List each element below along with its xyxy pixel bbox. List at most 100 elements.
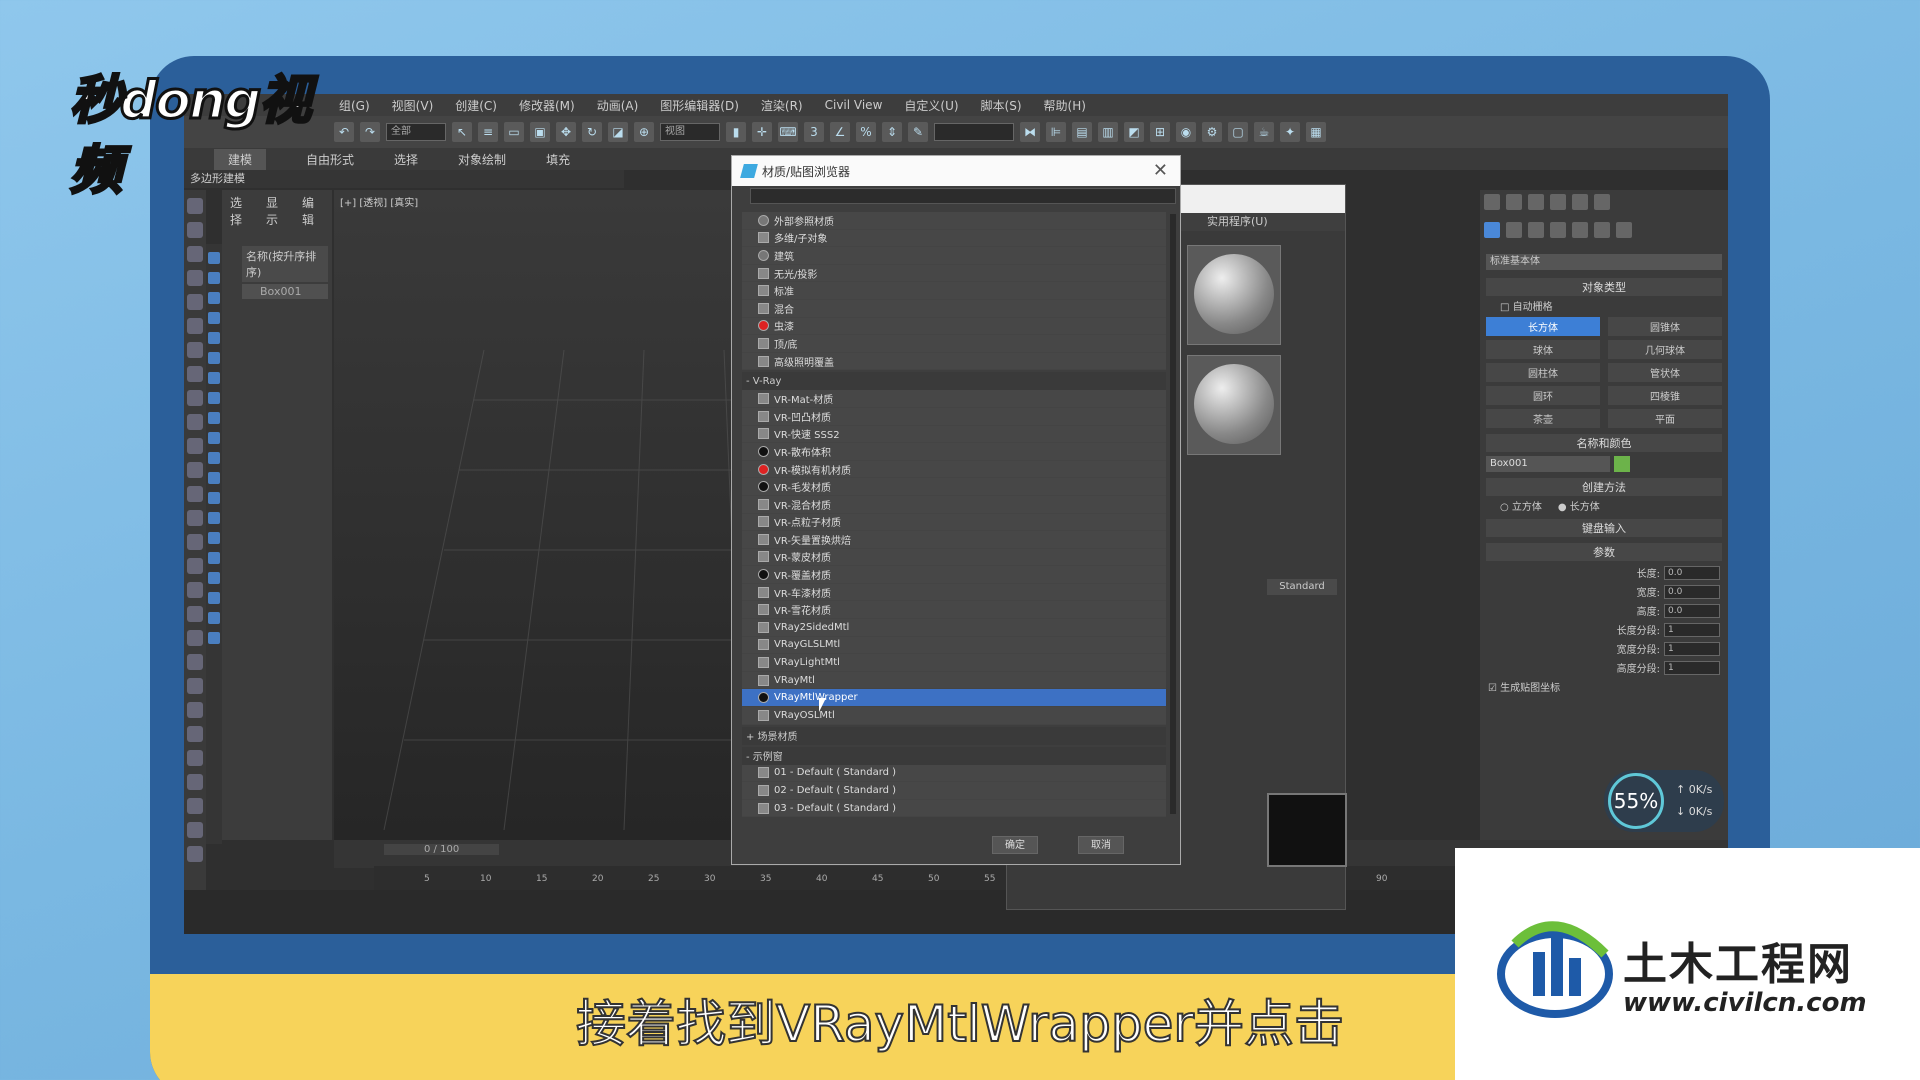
material-list-item[interactable]: 02 - Default ( Standard ) xyxy=(742,782,1166,800)
explorer-tool-icon[interactable] xyxy=(208,272,220,284)
browser-search-input[interactable] xyxy=(750,188,1176,204)
modify-tab-icon[interactable] xyxy=(1506,194,1522,210)
material-list-item[interactable]: VR-散布体积 xyxy=(742,443,1166,461)
tool-icon[interactable] xyxy=(187,246,203,262)
scale-icon[interactable]: ◪ xyxy=(608,122,628,142)
reference-coord-dropdown[interactable]: 视图 xyxy=(660,123,720,141)
material-list-item[interactable]: VR-点粒子材质 xyxy=(742,513,1166,532)
primitive-button-8[interactable]: 茶壶 xyxy=(1486,409,1600,428)
tool-icon[interactable] xyxy=(187,366,203,382)
explorer-tool-icon[interactable] xyxy=(208,512,220,524)
group-sample-slots[interactable]: - 示例窗 xyxy=(742,746,1166,765)
select-manipulate-icon[interactable]: ✛ xyxy=(752,122,772,142)
material-list-item[interactable]: 顶/底 xyxy=(742,335,1166,353)
material-list-item[interactable]: 混合 xyxy=(742,299,1166,318)
material-list-item[interactable]: VRayMtlWrapper xyxy=(742,689,1166,708)
primitive-button-1[interactable]: 圆锥体 xyxy=(1608,317,1722,336)
object-color-swatch[interactable] xyxy=(1614,456,1630,472)
material-list-item[interactable]: VRayOSLMtl xyxy=(742,707,1166,725)
explorer-tool-icon[interactable] xyxy=(208,532,220,544)
menu-item-10[interactable]: 帮助(H) xyxy=(1044,97,1086,114)
tool-icon[interactable] xyxy=(187,222,203,238)
ribbon-toggle-icon[interactable]: ▥ xyxy=(1098,122,1118,142)
align-icon[interactable]: ⊫ xyxy=(1046,122,1066,142)
tool-icon[interactable] xyxy=(187,534,203,550)
material-list-item[interactable]: 虫漆 xyxy=(742,317,1166,336)
param-input[interactable]: 0.0 xyxy=(1664,565,1720,580)
explorer-tool-icon[interactable] xyxy=(208,452,220,464)
object-name-input[interactable]: Box001 xyxy=(1486,456,1610,472)
primitive-button-0[interactable]: 长方体 xyxy=(1486,317,1600,336)
method-box-radio[interactable]: ● 长方体 xyxy=(1558,502,1600,513)
select-object-icon[interactable]: ↖ xyxy=(452,122,472,142)
hierarchy-tab-icon[interactable] xyxy=(1528,194,1544,210)
explorer-tool-icon[interactable] xyxy=(208,572,220,584)
primitive-button-5[interactable]: 管状体 xyxy=(1608,363,1722,382)
geometry-icon[interactable] xyxy=(1484,222,1500,238)
explorer-tool-icon[interactable] xyxy=(208,592,220,604)
material-list-item[interactable]: 建筑 xyxy=(742,247,1166,265)
cancel-button[interactable]: 取消 xyxy=(1078,836,1124,854)
rotate-icon[interactable]: ↻ xyxy=(582,122,602,142)
ribbon-tab-2[interactable]: 选择 xyxy=(394,151,418,168)
ok-button[interactable]: 确定 xyxy=(992,836,1038,854)
create-method-section[interactable]: 创建方法 xyxy=(1486,478,1722,496)
tool-icon[interactable] xyxy=(187,630,203,646)
vray-frame-icon[interactable]: ▦ xyxy=(1306,122,1326,142)
time-slider-label[interactable]: 0 / 100 xyxy=(384,844,500,855)
named-selection-dropdown[interactable] xyxy=(934,123,1014,141)
material-list-item[interactable]: 高级照明覆盖 xyxy=(742,352,1166,371)
explorer-row-box001[interactable]: Box001 xyxy=(242,284,328,299)
explorer-tool-icon[interactable] xyxy=(208,492,220,504)
display-tab-icon[interactable] xyxy=(1572,194,1588,210)
gen-mapping-checkbox[interactable]: ☑ 生成贴图坐标 xyxy=(1488,679,1708,694)
primitive-button-4[interactable]: 圆柱体 xyxy=(1486,363,1600,382)
explorer-tool-icon[interactable] xyxy=(208,372,220,384)
material-list-item[interactable]: VR-混合材质 xyxy=(742,495,1166,514)
primitive-category-dropdown[interactable]: 标准基本体 xyxy=(1486,254,1722,270)
tool-icon[interactable] xyxy=(187,726,203,742)
menu-item-1[interactable]: 视图(V) xyxy=(392,97,434,114)
sample-slot-1[interactable] xyxy=(1187,245,1281,345)
render-frame-icon[interactable]: ▢ xyxy=(1228,122,1248,142)
name-color-section[interactable]: 名称和颜色 xyxy=(1486,434,1722,452)
tool-icon[interactable] xyxy=(187,270,203,286)
group-vray[interactable]: - V-Ray xyxy=(742,372,1166,391)
tool-icon[interactable] xyxy=(187,774,203,790)
tool-icon[interactable] xyxy=(187,654,203,670)
material-list-item[interactable]: 多维/子对象 xyxy=(742,229,1166,248)
tool-icon[interactable] xyxy=(187,678,203,694)
select-by-name-icon[interactable]: ≡ xyxy=(478,122,498,142)
material-list-item[interactable]: VR-覆盖材质 xyxy=(742,566,1166,584)
material-list-item[interactable]: VR-车漆材质 xyxy=(742,583,1166,602)
material-list-item[interactable]: VR-凹凸材质 xyxy=(742,407,1166,426)
material-list-item[interactable]: VRayLightMtl xyxy=(742,654,1166,672)
move-icon[interactable]: ✥ xyxy=(556,122,576,142)
ribbon-tab-3[interactable]: 对象绘制 xyxy=(458,151,506,168)
tool-icon[interactable] xyxy=(187,510,203,526)
object-type-section[interactable]: 对象类型 xyxy=(1486,278,1722,296)
explorer-tool-icon[interactable] xyxy=(208,252,220,264)
menu-item-3[interactable]: 修改器(M) xyxy=(519,97,575,114)
tool-icon[interactable] xyxy=(187,342,203,358)
menu-item-2[interactable]: 创建(C) xyxy=(455,97,497,114)
material-type-button[interactable]: Standard xyxy=(1267,579,1337,595)
explorer-tool-icon[interactable] xyxy=(208,292,220,304)
tool-icon[interactable] xyxy=(187,822,203,838)
explorer-tool-icon[interactable] xyxy=(208,552,220,564)
explorer-tool-icon[interactable] xyxy=(208,632,220,644)
sample-slot-2[interactable] xyxy=(1187,355,1281,455)
placement-icon[interactable]: ⊕ xyxy=(634,122,654,142)
utilities-tab-icon[interactable] xyxy=(1594,194,1610,210)
material-list-item[interactable]: VR-Mat-材质 xyxy=(742,390,1166,408)
helpers-icon[interactable] xyxy=(1572,222,1588,238)
schematic-icon[interactable]: ⊞ xyxy=(1150,122,1170,142)
render-setup-icon[interactable]: ⚙ xyxy=(1202,122,1222,142)
layer-icon[interactable]: ▤ xyxy=(1072,122,1092,142)
tool-icon[interactable] xyxy=(187,558,203,574)
tool-icon[interactable] xyxy=(187,438,203,454)
create-tab-icon[interactable] xyxy=(1484,194,1500,210)
tool-icon[interactable] xyxy=(187,750,203,766)
keyboard-entry-section[interactable]: 键盘输入 xyxy=(1486,519,1722,537)
explorer-column-header[interactable]: 名称(按升序排序) xyxy=(242,246,328,282)
